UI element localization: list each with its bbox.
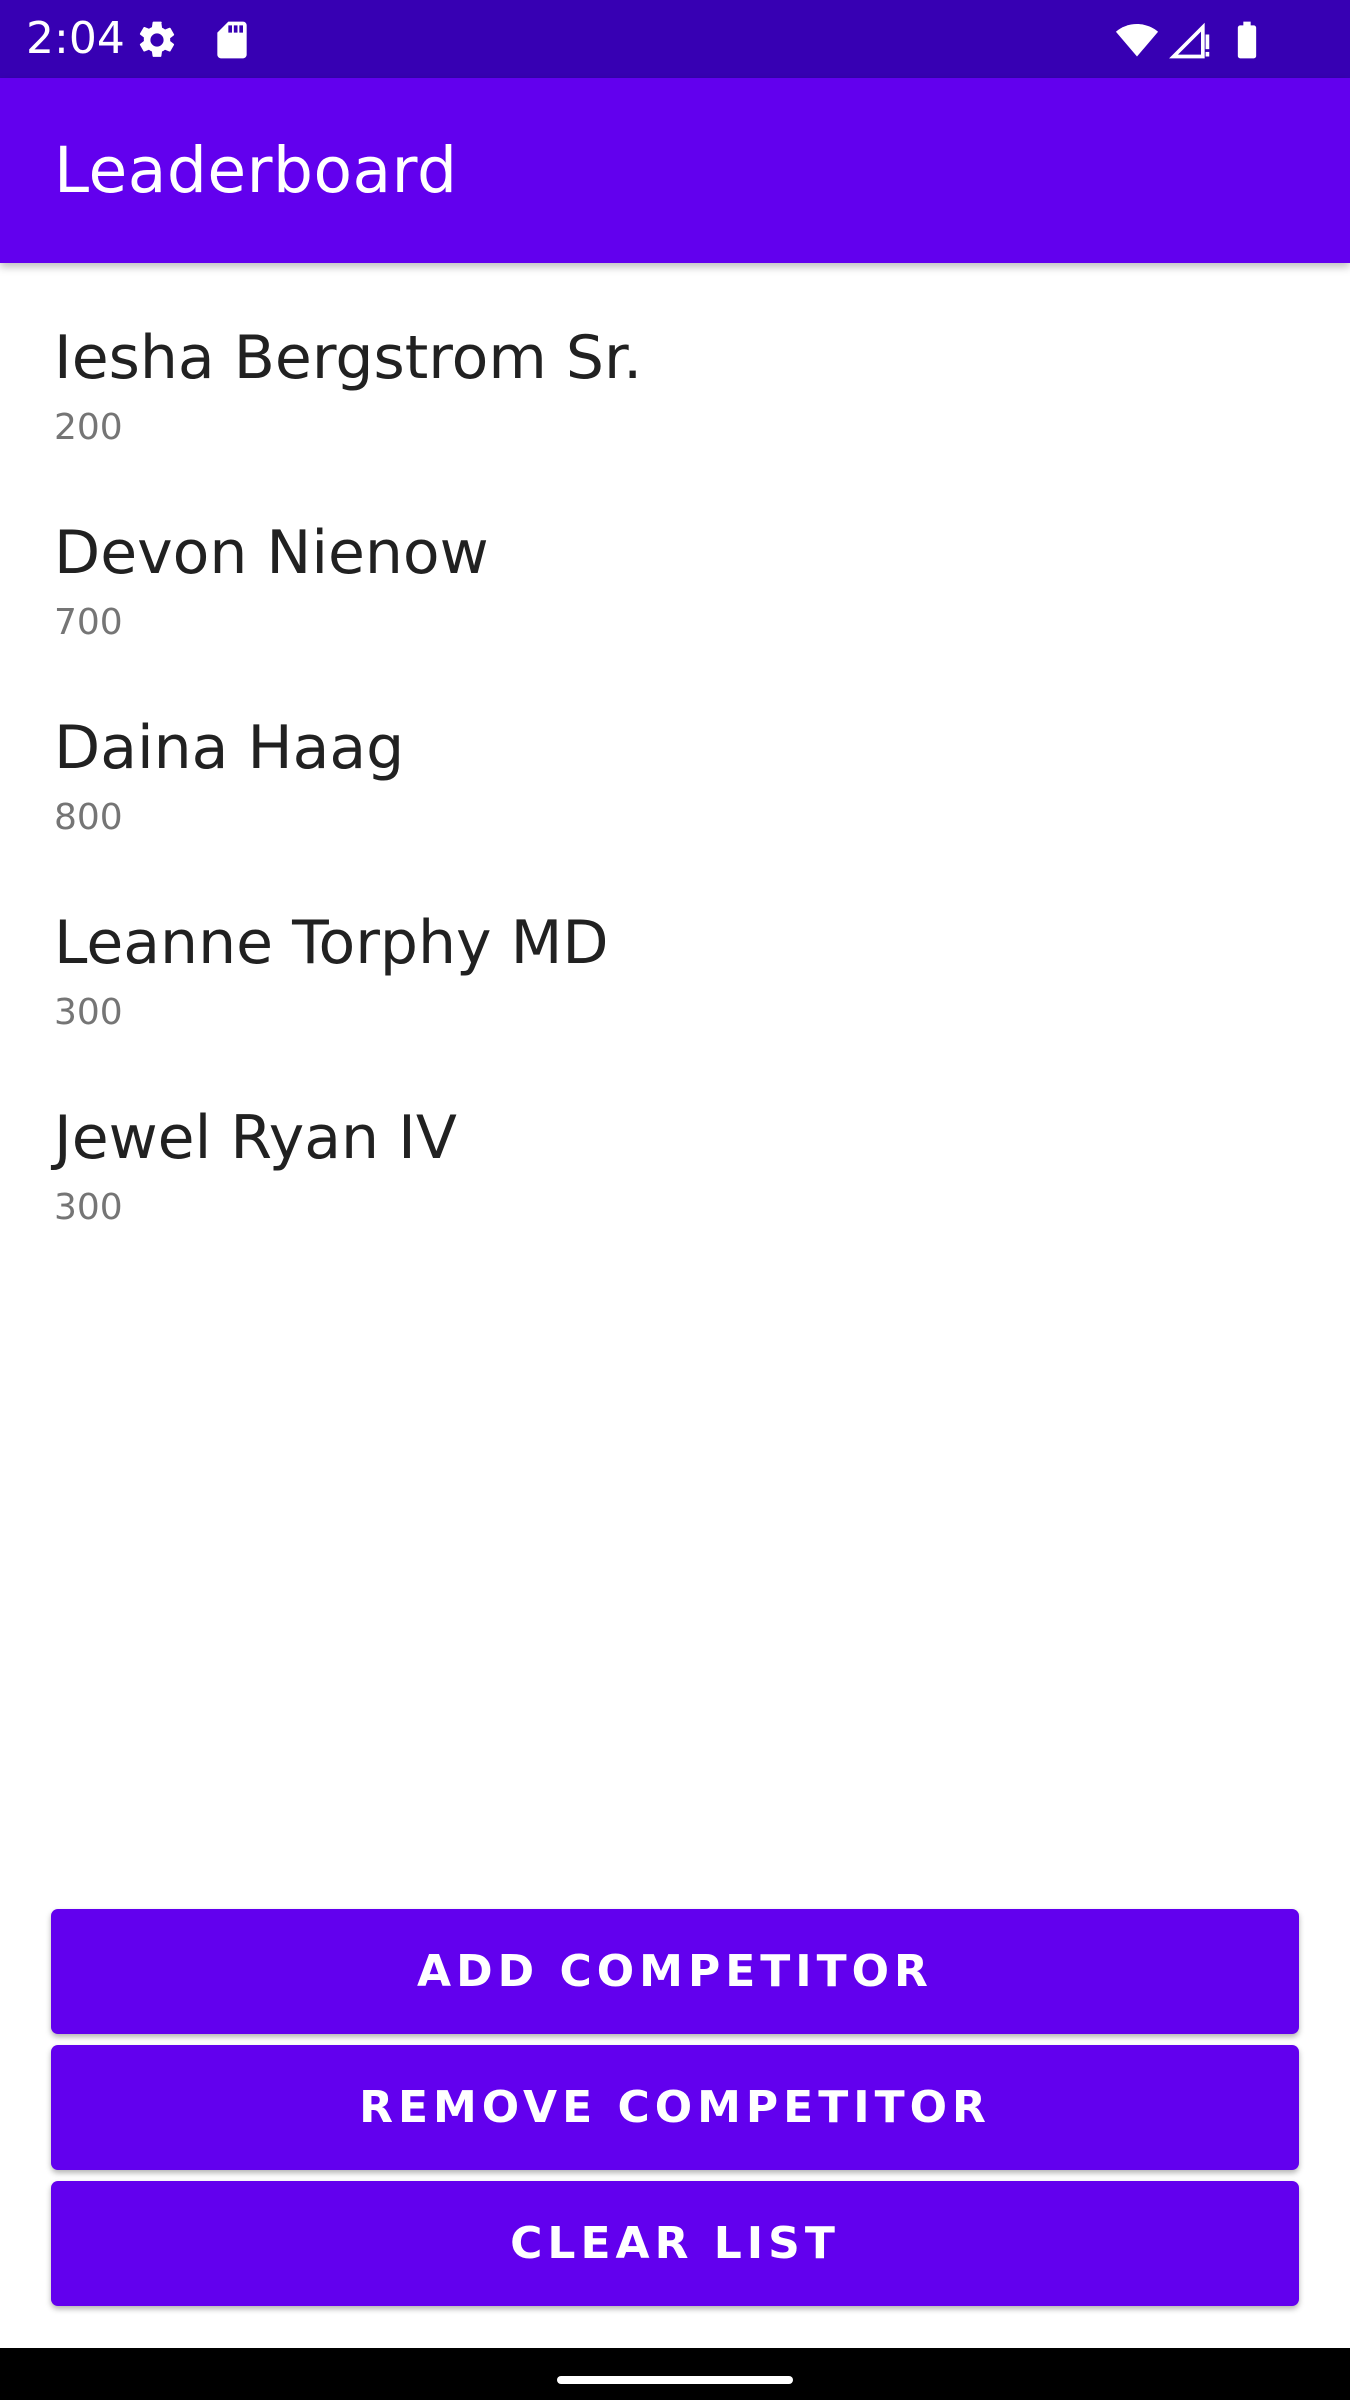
- list-item[interactable]: Jewel Ryan IV 300: [0, 1043, 1350, 1238]
- list-item[interactable]: Devon Nienow 700: [0, 458, 1350, 653]
- clear-list-button[interactable]: CLEAR LIST: [51, 2181, 1299, 2306]
- gear-icon: [139, 21, 175, 57]
- competitor-score: 800: [54, 797, 123, 838]
- wifi-icon: [1115, 24, 1159, 57]
- competitor-name: Daina Haag: [54, 713, 405, 783]
- status-time: 2:04: [26, 13, 125, 64]
- competitor-score: 700: [54, 602, 123, 643]
- app-bar: Leaderboard: [0, 78, 1350, 263]
- home-gesture-handle[interactable]: [557, 2376, 793, 2384]
- competitor-list: Iesha Bergstrom Sr. 200 Devon Nienow 700…: [0, 263, 1350, 1238]
- navigation-bar: [0, 2348, 1350, 2400]
- page-title: Leaderboard: [54, 134, 458, 207]
- signal-icon: [1169, 22, 1210, 59]
- list-item[interactable]: Iesha Bergstrom Sr. 200: [0, 263, 1350, 458]
- list-item[interactable]: Leanne Torphy MD 300: [0, 848, 1350, 1043]
- status-bar: 2:04: [0, 0, 1350, 78]
- list-item[interactable]: Daina Haag 800: [0, 653, 1350, 848]
- battery-icon: [1237, 21, 1257, 59]
- competitor-score: 200: [54, 407, 123, 448]
- add-competitor-button[interactable]: ADD COMPETITOR: [51, 1909, 1299, 2034]
- competitor-score: 300: [54, 992, 123, 1033]
- competitor-score: 300: [54, 1187, 123, 1228]
- competitor-name: Iesha Bergstrom Sr.: [54, 323, 643, 393]
- sd-card-icon: [217, 21, 247, 59]
- competitor-name: Leanne Torphy MD: [54, 908, 609, 978]
- competitor-name: Jewel Ryan IV: [54, 1103, 457, 1173]
- competitor-name: Devon Nienow: [54, 518, 489, 588]
- remove-competitor-button[interactable]: REMOVE COMPETITOR: [51, 2045, 1299, 2170]
